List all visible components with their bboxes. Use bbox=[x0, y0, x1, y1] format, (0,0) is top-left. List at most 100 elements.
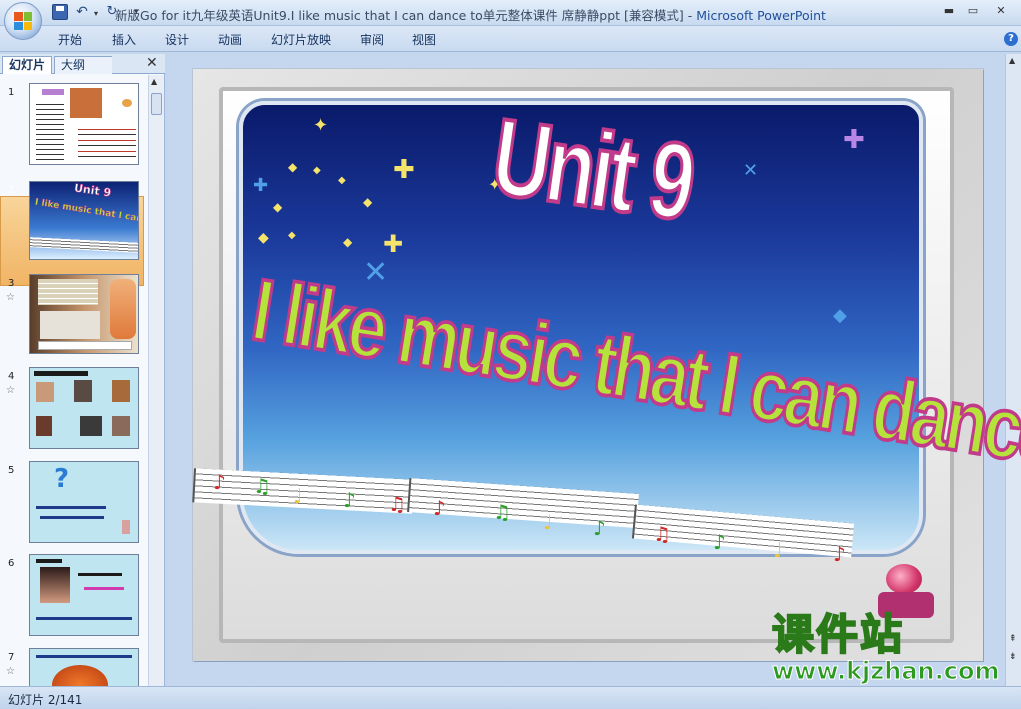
music-staff-image: ♪ ♫ ♩ ♪ ♫ ♪ ♫ ♩ ♪ ♫ ♪ ♩ ♪ bbox=[192, 468, 883, 570]
watermark-title: 课件站 bbox=[771, 610, 905, 659]
music-note-icon: ♫ bbox=[253, 474, 271, 498]
app-name: Microsoft PowerPoint bbox=[696, 8, 826, 23]
sparkle-icon: ✦ bbox=[313, 115, 329, 136]
thumb-photo bbox=[52, 665, 108, 686]
tab-outline[interactable]: 大纲 bbox=[54, 56, 112, 74]
office-button[interactable] bbox=[4, 2, 42, 40]
music-note-icon: ♩ bbox=[543, 510, 553, 534]
editor-scrollbar[interactable]: ▲ ⇞ ⇟ bbox=[1005, 54, 1021, 686]
watermark-url: www.kjzhan.com bbox=[772, 657, 1000, 685]
title-bar: ↶ ▾ ↻ ▾ 新版Go for it九年级英语Unit9.I like mus… bbox=[0, 0, 1021, 40]
slide-number: 3 bbox=[8, 278, 15, 289]
thumb-photo bbox=[80, 416, 102, 436]
slide-number: 6 bbox=[8, 558, 15, 569]
close-button[interactable]: ✕ bbox=[986, 2, 1016, 20]
sparkle-icon: ◆ bbox=[313, 165, 321, 176]
status-bar: 幻灯片 2/141 bbox=[0, 686, 1021, 709]
sparkle-icon: ◆ bbox=[833, 305, 847, 326]
thumb-text-lines bbox=[36, 506, 106, 509]
slide-thumbnail-2[interactable]: Unit 9 I like music that I can dance to. bbox=[29, 181, 139, 260]
animation-star-icon: ☆ bbox=[6, 385, 15, 396]
thumb-text-lines bbox=[36, 655, 132, 658]
animation-star-icon: ☆ bbox=[6, 292, 15, 303]
sparkle-icon: ◆ bbox=[258, 230, 269, 246]
music-note-icon: ♩ bbox=[293, 484, 303, 508]
scroll-up-icon[interactable]: ▲ bbox=[1009, 56, 1015, 65]
music-note-icon: ♪ bbox=[213, 470, 226, 494]
slide-thumbnail-3[interactable] bbox=[29, 274, 139, 354]
minimize-button[interactable]: ▬ bbox=[938, 2, 960, 20]
slide-thumbnail-1[interactable] bbox=[29, 83, 139, 165]
slide-number: 1 bbox=[8, 87, 15, 98]
tab-review[interactable]: 审阅 bbox=[360, 31, 384, 48]
music-note-icon: ♪ bbox=[593, 516, 606, 540]
thumb-unit-text: Unit 9 bbox=[73, 181, 113, 200]
gramophone-horn bbox=[886, 564, 922, 594]
thumb-text-lines bbox=[36, 617, 132, 620]
music-note-icon: ♪ bbox=[713, 530, 726, 554]
office-logo-icon bbox=[14, 12, 32, 30]
music-note-icon: ♩ bbox=[773, 538, 783, 562]
thumbnail-list: 1 2 Unit 9 I like music that I can dance… bbox=[0, 75, 148, 686]
next-slide-icon[interactable]: ⇟ bbox=[1009, 652, 1017, 662]
tab-design[interactable]: 设计 bbox=[165, 31, 189, 48]
tab-insert[interactable]: 插入 bbox=[112, 31, 136, 48]
slide-thumbnail-5[interactable]: ? bbox=[29, 461, 139, 543]
thumb-text-lines bbox=[38, 279, 98, 305]
thumb-text-lines bbox=[40, 516, 104, 519]
thumb-photo bbox=[112, 416, 130, 436]
tab-view[interactable]: 视图 bbox=[412, 31, 436, 48]
sparkle-icon: ✚ bbox=[393, 155, 415, 185]
restore-button[interactable]: ▭ bbox=[962, 2, 984, 20]
tab-animations[interactable]: 动画 bbox=[218, 31, 242, 48]
music-note-icon: ♪ bbox=[433, 496, 446, 520]
thumb-photo bbox=[74, 380, 92, 402]
thumb-caption bbox=[38, 341, 132, 350]
window-title: 新版Go for it九年级英语Unit9.I like music that … bbox=[0, 5, 1021, 24]
thumb-main-text: I like music that I can dance to. bbox=[34, 197, 139, 232]
sparkle-icon: ✕ bbox=[743, 160, 759, 181]
previous-slide-icon[interactable]: ⇞ bbox=[1009, 634, 1017, 644]
thumb-photo bbox=[36, 416, 52, 436]
tab-home[interactable]: 开始 bbox=[58, 31, 82, 48]
slide-thumbnail-4[interactable] bbox=[29, 367, 139, 449]
music-note-icon: ♫ bbox=[388, 492, 406, 516]
thumb-heading-shape bbox=[42, 89, 64, 95]
tab-slideshow[interactable]: 幻灯片放映 bbox=[271, 31, 331, 48]
sparkle-icon: ✚ bbox=[843, 125, 865, 155]
thumb-text-lines bbox=[78, 573, 122, 576]
sparkle-icon: ◆ bbox=[288, 230, 296, 241]
thumb-photo bbox=[36, 382, 54, 402]
thumb-photo bbox=[40, 567, 70, 603]
title-separator: - bbox=[683, 8, 697, 23]
music-note-icon: ♫ bbox=[653, 522, 671, 546]
document-title: 新版Go for it九年级英语Unit9.I like music that … bbox=[115, 8, 684, 23]
slide-number: 7 bbox=[8, 652, 15, 663]
speaker-icon bbox=[122, 99, 132, 107]
music-note-icon: ♪ bbox=[343, 488, 356, 512]
thumb-photo bbox=[122, 520, 130, 534]
sparkle-icon: ◆ bbox=[363, 195, 373, 209]
panel-close-icon[interactable]: ✕ bbox=[146, 55, 158, 71]
scroll-thumb[interactable] bbox=[151, 93, 162, 115]
slide-canvas[interactable]: ✦ ◆ ◆ ◆ ◆ ◆ ◆ ◆ ✚ ✚ ◆ ✕ ✚ ✕ ✚ ◆ ✦ Unit 9… bbox=[193, 69, 1021, 661]
scroll-up-icon[interactable]: ▲ bbox=[151, 77, 157, 86]
slides-panel: 幻灯片 大纲 ✕ 1 2 Unit 9 I like music that I … bbox=[0, 54, 165, 686]
slide-number: 4 bbox=[8, 371, 15, 382]
thumb-text-lines bbox=[78, 124, 136, 160]
slide-thumbnail-6[interactable] bbox=[29, 554, 139, 636]
panel-scrollbar[interactable]: ▲ bbox=[148, 75, 164, 686]
panel-tabs: 幻灯片 大纲 ✕ bbox=[0, 54, 165, 74]
watermark: 课件站 www.kjzhan.com bbox=[771, 610, 1000, 685]
thumb-photo bbox=[40, 311, 100, 339]
music-note-icon: ♫ bbox=[493, 500, 511, 524]
slide-number: 2 bbox=[8, 185, 15, 196]
tab-slides[interactable]: 幻灯片 bbox=[2, 56, 53, 74]
slide-number: 5 bbox=[8, 465, 15, 476]
sparkle-icon: ◆ bbox=[288, 160, 298, 174]
thumb-photo bbox=[112, 380, 130, 402]
slide-thumbnail-7[interactable] bbox=[29, 648, 139, 686]
sparkle-icon: ◆ bbox=[338, 175, 346, 186]
ribbon: 开始 插入 设计 动画 幻灯片放映 审阅 视图 ? bbox=[0, 26, 1021, 52]
help-icon[interactable]: ? bbox=[1004, 32, 1018, 46]
